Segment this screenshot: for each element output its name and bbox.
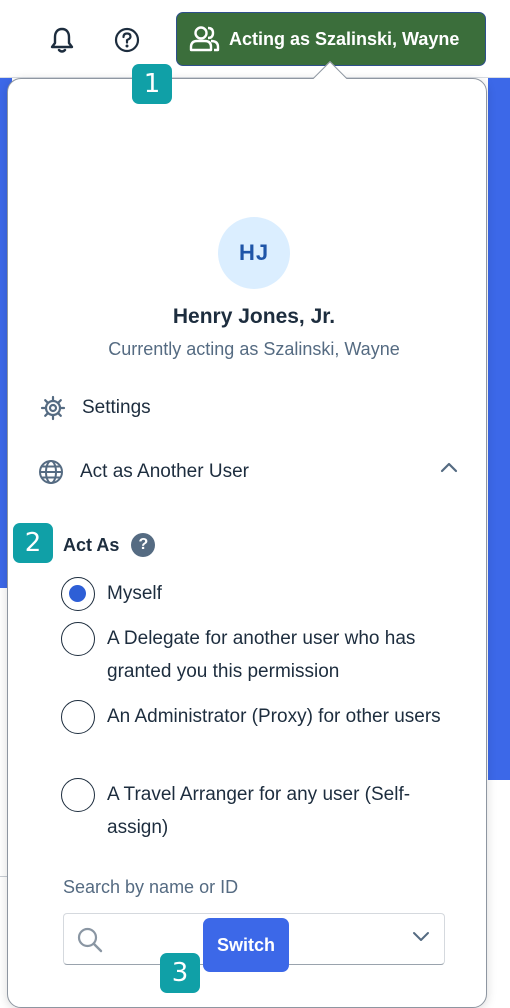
user-name: Henry Jones, Jr.	[172, 305, 336, 328]
search-icon	[77, 927, 103, 953]
help-button[interactable]	[111, 24, 143, 56]
chevron-down-icon[interactable]	[412, 930, 430, 942]
user-popover: HJ Henry Jones, Jr. Currently acting as …	[7, 78, 487, 1008]
radio-option-delegate[interactable]: A Delegate for another user who has gran…	[61, 622, 461, 688]
acting-as-label: Acting as Szalinski, Wayne	[229, 28, 460, 49]
help-icon[interactable]: ?	[131, 533, 156, 557]
radio-option-myself[interactable]: Myself	[61, 577, 461, 611]
act-as-another-user-item[interactable]: Act as Another User	[38, 459, 458, 485]
top-bar: Acting as Szalinski, Wayne	[0, 0, 510, 78]
radio-button[interactable]	[61, 778, 95, 812]
act-as-another-user-label: Act as Another User	[80, 461, 249, 482]
switch-button[interactable]: Switch	[203, 918, 289, 972]
radio-label: A Travel Arranger for any user (Self-ass…	[107, 784, 411, 838]
chevron-up-icon[interactable]	[440, 461, 458, 473]
acting-as-button[interactable]: Acting as Szalinski, Wayne	[176, 12, 486, 66]
gear-icon	[40, 395, 66, 421]
act-as-title: Act As	[63, 534, 120, 555]
radio-label: Myself	[107, 583, 162, 604]
radio-label: An Administrator (Proxy) for other users	[107, 706, 441, 727]
help-circle-icon	[114, 27, 140, 53]
step-badge: 3	[160, 953, 200, 993]
radio-option-administrator[interactable]: An Administrator (Proxy) for other users	[61, 700, 461, 734]
radio-button[interactable]	[61, 700, 95, 734]
act-as-heading: Act As ?	[63, 533, 156, 557]
radio-option-travel-arranger[interactable]: A Travel Arranger for any user (Self-ass…	[61, 778, 461, 844]
radio-button[interactable]	[61, 577, 95, 611]
users-icon	[189, 26, 220, 52]
globe-icon	[39, 460, 63, 484]
search-label: Search by name or ID	[63, 877, 239, 897]
step-badge: 1	[132, 64, 172, 104]
notifications-button[interactable]	[46, 24, 78, 56]
bell-icon	[50, 27, 74, 53]
settings-item[interactable]: Settings	[40, 395, 151, 421]
avatar: HJ	[218, 217, 290, 289]
acting-status: Currently acting as Szalinski, Wayne	[108, 339, 400, 359]
step-badge: 2	[13, 523, 53, 563]
radio-label: A Delegate for another user who has gran…	[107, 628, 416, 682]
radio-button[interactable]	[61, 622, 95, 656]
background-panel	[488, 78, 510, 780]
settings-label: Settings	[82, 397, 151, 418]
